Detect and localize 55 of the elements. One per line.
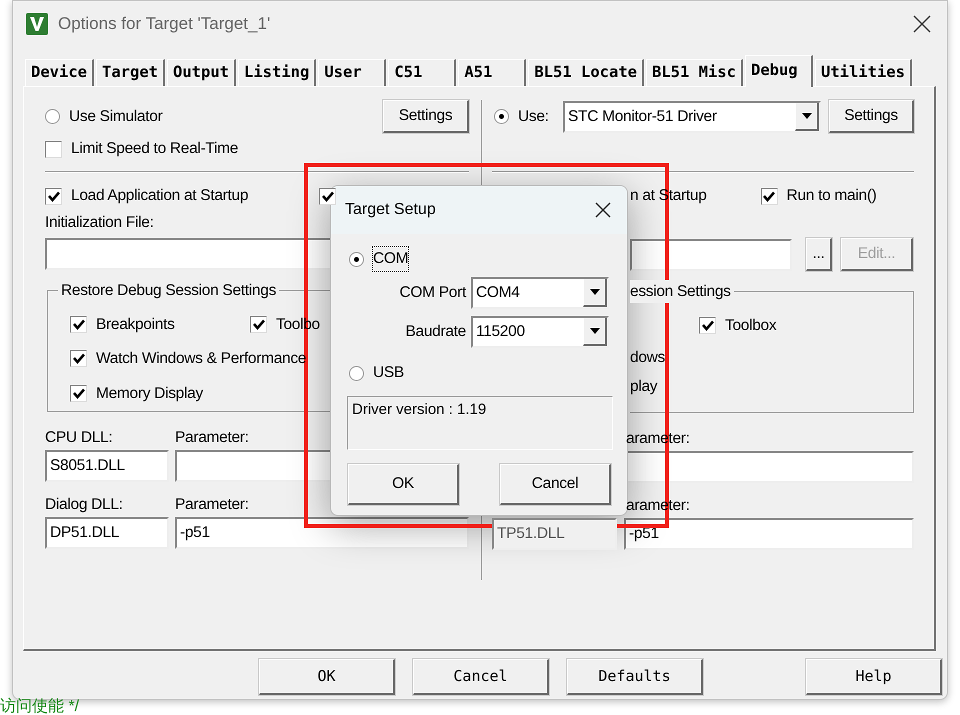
option-label: Load Application at Startup [71,186,248,206]
option-label: Use: [518,106,550,127]
option-label: Use Simulator [69,106,162,127]
dropdown-value: COM4 [476,283,520,304]
dialog-button[interactable]: Help [806,659,942,695]
parameter-field[interactable]: -p51 [175,517,469,549]
browse-button[interactable]: ... [806,238,832,271]
tab[interactable]: Utilities [814,59,912,86]
group-title: ession Settings [630,280,734,304]
window-title: Target Setup [345,200,436,220]
label: CPU DLL: [45,429,112,446]
dropdown[interactable]: 115200 [471,316,609,348]
option-label: Run to main() [786,186,877,206]
label: Parameter: [175,428,249,448]
dialog-button[interactable]: Cancel [413,659,549,695]
dialog-button[interactable]: OK [348,464,459,505]
option-label: COM [373,247,408,271]
label: COM Port [400,284,466,302]
tab[interactable]: Device [25,59,94,86]
dll-field[interactable]: TP51.DLL [492,518,617,550]
dialog-button[interactable]: Defaults [567,659,703,695]
info-box: Driver version : 1.19 [347,396,613,450]
tab[interactable]: BL51 Locate [528,59,644,86]
option-label: Toolbox [725,316,776,336]
option-label: USB [373,363,404,384]
tab[interactable]: User [318,59,386,86]
label: Baudrate [405,323,466,340]
parameter-field[interactable]: -p51 [624,518,914,550]
tab[interactable]: C51 [388,59,456,86]
dropdown[interactable]: STC Monitor-51 Driver [563,100,821,132]
option-label: Memory Display [96,384,203,404]
tab[interactable]: A51 [458,59,526,86]
dropdown-value: STC Monitor-51 Driver [568,106,717,127]
label: Parameter: [175,495,249,516]
option-label: Breakpoints [96,315,175,335]
tab[interactable]: Listing [238,59,316,86]
tab[interactable]: Debug [744,55,813,87]
dialog-button[interactable]: Cancel [500,464,611,505]
tab[interactable]: BL51 Misc [646,59,743,86]
tab[interactable]: Target [96,59,165,86]
dropdown[interactable]: COM4 [471,277,609,309]
dropdown-value: 115200 [476,322,525,342]
settings-button[interactable]: Settings [829,100,914,133]
tab[interactable]: Output [167,59,236,86]
dll-field[interactable]: S8051.DLL [45,450,169,482]
label: Dialog DLL: [45,496,123,514]
dialog-button[interactable]: OK [259,659,395,695]
settings-button[interactable]: Settings [383,100,469,133]
label: Initialization File: [45,213,154,234]
code-line: 访问使能 */ [0,699,80,715]
option-label: dows [630,348,665,368]
dll-field[interactable]: DP51.DLL [45,517,169,549]
option-label: play [630,376,658,397]
window-title: Options for Target 'Target_1' [58,12,270,35]
option-label: Limit Speed to Real-Time [71,139,238,160]
